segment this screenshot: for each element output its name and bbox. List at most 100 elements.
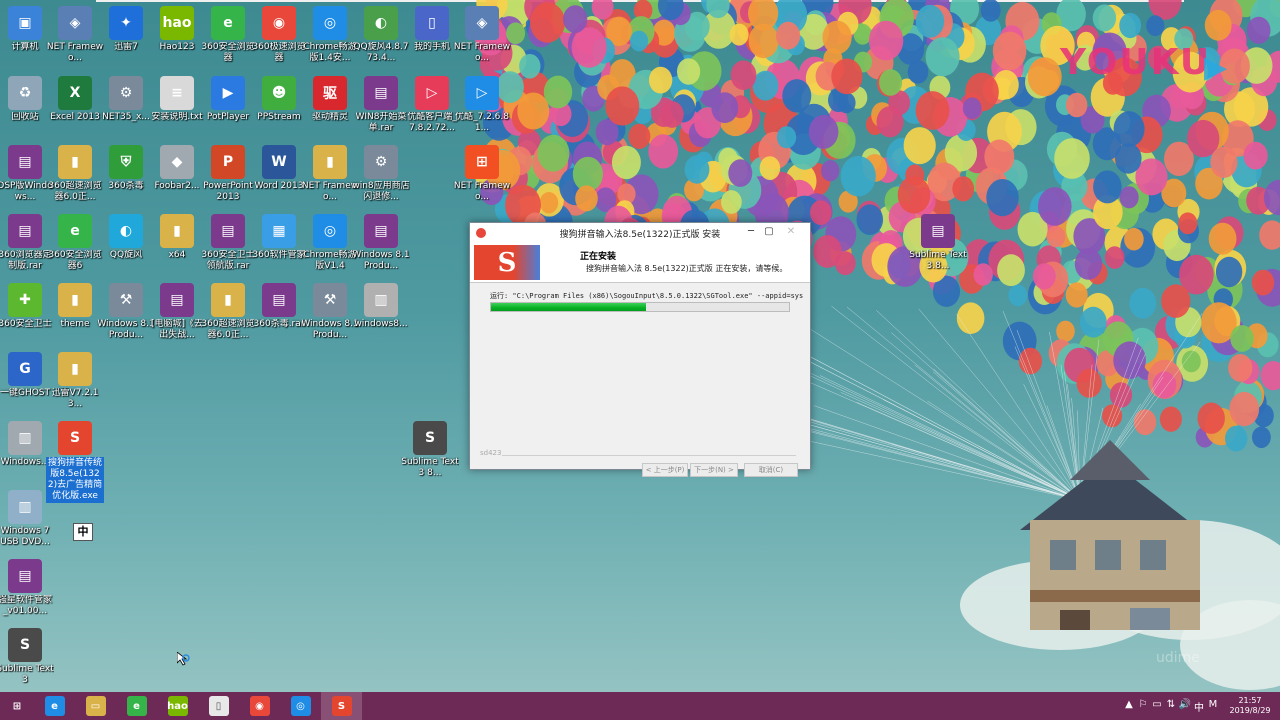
balloon [1260,361,1280,391]
desktop-icon[interactable]: ▮ NET Framewo... [301,145,359,205]
desktop-icon[interactable]: ▤ WIN8开始菜单.rar [352,76,410,136]
desktop-icon[interactable]: hao Hao123 [148,6,206,66]
desktop-icon[interactable]: ◎ Chrome畅游版V1.4 [301,214,359,274]
desktop-icon-image-icon: ⛨ [109,145,143,179]
dialog-titlebar[interactable]: 搜狗拼音输入法8.5e(1322)正式版 安装 ─ ▢ ✕ [470,223,810,243]
next-button[interactable]: 下一步(N) > [690,463,738,477]
desktop-icon[interactable]: ▥ Windows 7 USB DVD... [0,490,54,550]
desktop-icon[interactable]: ▮ 360超速浏览器6.0正... [46,145,104,205]
balloon [1066,92,1088,118]
desktop-icon[interactable]: ☻ PPStream [250,76,308,136]
clock[interactable]: 21:57 2019/8/29 [1220,696,1280,716]
desktop-icon[interactable]: ▤ [电脑城]《去出失战... [148,283,206,343]
desktop-icon[interactable]: ◐ QQ旋风4.8.773.4... [352,6,410,66]
desktop-icon[interactable]: ⊞ NET Framewo... [453,145,511,205]
tray-icons: ▲ ⚐ ▭ ⇅ 🔊 中 M [1122,699,1220,714]
tray-icon[interactable]: ▲ [1122,699,1136,714]
desktop-icon[interactable]: ◎ Chrome畅游版1.4安... [301,6,359,66]
balloon [1243,141,1268,170]
desktop-icon[interactable]: ▤ 360杀毒.rar [250,283,308,343]
installer-dialog[interactable]: 搜狗拼音输入法8.5e(1322)正式版 安装 ─ ▢ ✕ S 正在安装 搜狗拼… [469,222,811,477]
desktop-icon[interactable]: ⚙ win8应用商店闪退修... [352,145,410,205]
desktop-icon-label: PowerPoint 2013 [203,181,253,202]
back-button[interactable]: < 上一步(P) [642,463,688,477]
sogou-logo-icon: S [474,245,540,280]
notepad-icon: ▯ [208,696,229,716]
taskbar-explorer[interactable]: ▭ [75,692,116,720]
desktop-icon[interactable]: ▷ 优酷_7.2.6.81... [453,76,511,136]
taskbar-hao123[interactable]: hao [157,692,198,720]
desktop-icon-image-icon: e [211,6,245,40]
desktop-icon-image-icon: ▣ [8,6,42,40]
ime-indicator[interactable]: 中 [73,523,93,541]
desktop-icon[interactable]: 驱驱动精灵 [301,76,359,136]
install-status-subtitle: 搜狗拼音输入法 8.5e(1322)正式版 正在安装，请等候。 [586,264,788,273]
dialog-header: S 正在安装 搜狗拼音输入法 8.5e(1322)正式版 正在安装，请等候。 [470,243,810,283]
desktop-icon[interactable]: ▤ 强星软件管家_v01.00... [0,559,54,619]
taskbar-start[interactable]: ⊞ [0,692,34,720]
desktop-icon[interactable]: S 搜狗拼音传统版8.5e(1322)去广告精简优化版.exe [46,421,104,503]
desktop-icon[interactable]: ◈ NET Framewo... [46,6,104,66]
desktop-icon[interactable]: S Sublime Text 3 [0,628,54,688]
desktop-icon[interactable]: ≡ 安装说明.txt [148,76,206,136]
tray-icon[interactable]: ▭ [1150,699,1164,714]
tray-icon[interactable]: M [1206,699,1220,714]
desktop-icon[interactable]: ▤ Windows 8.1 Produ... [352,214,410,274]
desktop-icon[interactable]: ▮ 360超速浏览器6.0正... [199,283,257,343]
desktop-icon[interactable]: X Excel 2013 [46,76,104,136]
minimize-button[interactable]: ─ [742,225,760,239]
desktop-icon-label: Hao123 [159,42,195,52]
desktop-icon-label: 360安全卫士领航版.rar [201,250,255,271]
desktop-icon[interactable]: e 360安全浏览器6 [46,214,104,274]
desktop-icon[interactable]: P PowerPoint 2013 [199,145,257,205]
tray-icon[interactable]: ⚐ [1136,699,1150,714]
cancel-button[interactable]: 取消(C) [744,463,798,477]
desktop-icon[interactable]: ⛨ 360杀毒 [97,145,155,205]
desktop-icon-image-icon: ▦ [262,214,296,248]
tray-icon[interactable]: 中 [1192,699,1206,714]
balloon [962,97,982,119]
tray-icon[interactable]: ⇅ [1164,699,1178,714]
desktop-icon-image-icon: ⚙ [364,145,398,179]
desktop-icon[interactable]: ◆ Foobar2... [148,145,206,205]
desktop-icon-image-icon: ▥ [8,421,42,455]
balloon [1027,57,1062,97]
desktop-icon[interactable]: ⚒ Windows 8.1 Produ... [97,283,155,343]
desktop-icon-image-icon: ▯ [415,6,449,40]
maximize-button[interactable]: ▢ [760,225,778,239]
taskbar-360-speed[interactable]: ◉ [239,692,280,720]
desktop-icon-label: x64 [168,250,186,260]
desktop-icon[interactable]: ▶ PotPlayer [199,76,257,136]
desktop-icon[interactable]: W Word 2013 [250,145,308,205]
taskbar-chrome[interactable]: ◎ [280,692,321,720]
desktop-icon[interactable]: ◉ 360极速浏览器 [250,6,308,66]
balloon [925,37,960,77]
desktop-icon[interactable]: ⚒ Windows 8.1 Produ... [301,283,359,343]
desktop-icon[interactable]: ▦ 360软件管家 [250,214,308,274]
tray-icon[interactable]: 🔊 [1178,699,1192,714]
desktop-icon-image-icon: ☻ [262,76,296,110]
taskbar-notepad[interactable]: ▯ [198,692,239,720]
desktop-icon[interactable]: ▮ theme [46,283,104,343]
taskbar-ie[interactable]: e [34,692,75,720]
desktop-icon-label: NET Framewo... [453,181,511,202]
desktop-icon-label: WIN8开始菜单.rar [355,112,407,133]
desktop-icon[interactable]: ✦ 迅雷7 [97,6,155,66]
desktop-icon[interactable]: ◐ QQ旋风 [97,214,155,274]
desktop-icon[interactable]: ◈ NET Framewo... [453,6,511,66]
balloon [1092,4,1117,32]
desktop-icon[interactable]: ▤ 360安全卫士领航版.rar [199,214,257,274]
taskbar-sogou-installer[interactable]: S [321,692,362,720]
desktop-icon[interactable]: ▮ 迅雷V7.2.13... [46,352,104,412]
close-button[interactable]: ✕ [782,225,800,239]
desktop-icon[interactable]: ▤ Sublime Text 3.8... [909,214,967,274]
desktop-icon[interactable]: S Sublime Text 3 8... [401,421,459,481]
install-progress-bar [490,302,790,312]
desktop-icon[interactable]: ▥ windows8... [352,283,410,343]
balloon [1038,187,1072,226]
desktop-icon[interactable]: ▮ x64 [148,214,206,274]
desktop-icon[interactable]: e 360安全浏览器 [199,6,257,66]
taskbar-360-browser[interactable]: e [116,692,157,720]
balloon [575,185,598,212]
desktop-icon[interactable]: ⚙ NET35_x... [97,76,155,136]
